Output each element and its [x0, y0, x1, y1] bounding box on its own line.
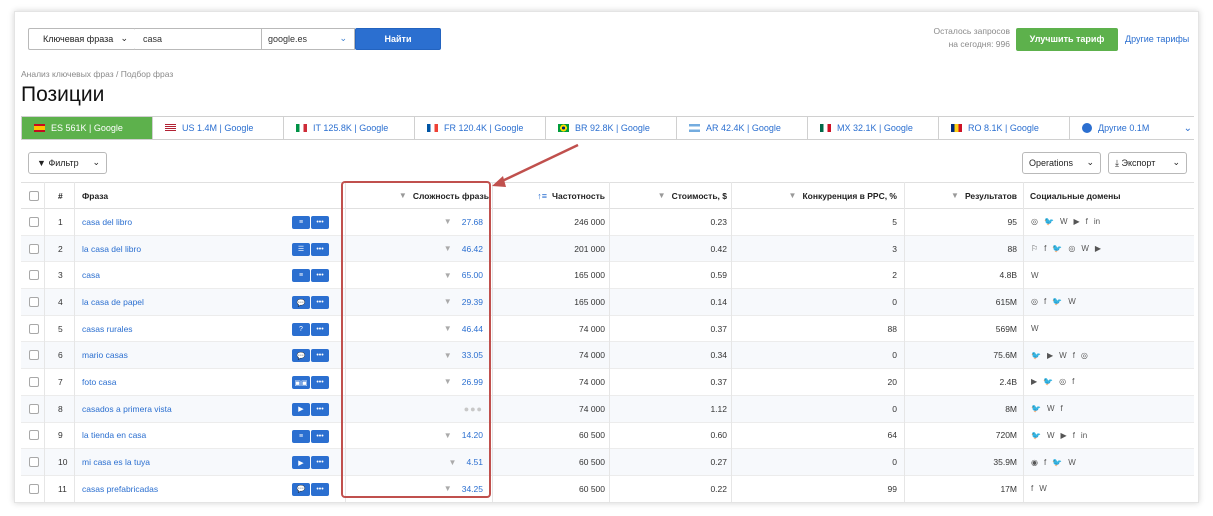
arrow-line [497, 143, 579, 185]
annotation-arrow [492, 143, 579, 187]
arrow-head [492, 176, 506, 187]
